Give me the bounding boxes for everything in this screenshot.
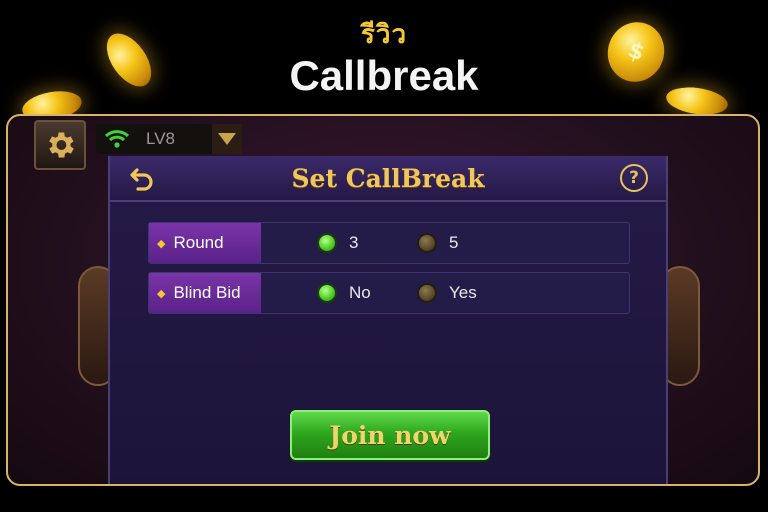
dialog-title: Set CallBreak [291,164,485,193]
radio-option-round-5[interactable]: 5 [417,223,458,263]
option-row-round: ◆ Round 3 5 [148,222,630,264]
option-row-blind-bid: ◆ Blind Bid No Yes [148,272,630,314]
game-screen: LV8 Set CallBreak ? ◆ Round 3 5 ◆ Blind … [6,114,760,486]
join-now-button[interactable]: Join now [290,410,490,460]
settings-button[interactable] [34,120,86,170]
radio-option-round-3[interactable]: 3 [317,223,358,263]
level-label: LV8 [146,129,175,148]
wifi-icon [104,130,130,148]
diamond-icon: ◆ [157,237,166,250]
diamond-icon: ◆ [157,287,166,300]
radio-option-blind-no[interactable]: No [317,273,371,313]
radio-label: 3 [349,233,359,252]
radio-label: Yes [449,283,477,302]
help-button[interactable]: ? [620,164,648,192]
level-indicator[interactable]: LV8 [96,124,242,154]
radio-label: No [349,283,371,302]
radio-unselected-icon [417,283,437,303]
radio-selected-icon [317,283,337,303]
radio-selected-icon [317,233,337,253]
dialog-header: Set CallBreak ? [110,156,666,202]
radio-unselected-icon [417,233,437,253]
option-label-text: Blind Bid [173,283,241,302]
option-label: ◆ Round [149,223,261,263]
dropdown-caret-icon[interactable] [212,124,242,154]
set-callbreak-dialog: Set CallBreak ? ◆ Round 3 5 ◆ Blind Bid [108,156,668,484]
radio-label: 5 [449,233,459,252]
gear-icon [49,132,74,158]
join-now-label: Join now [329,420,451,450]
radio-option-blind-yes[interactable]: Yes [417,273,477,313]
option-label: ◆ Blind Bid [149,273,261,313]
option-label-text: Round [173,233,224,252]
